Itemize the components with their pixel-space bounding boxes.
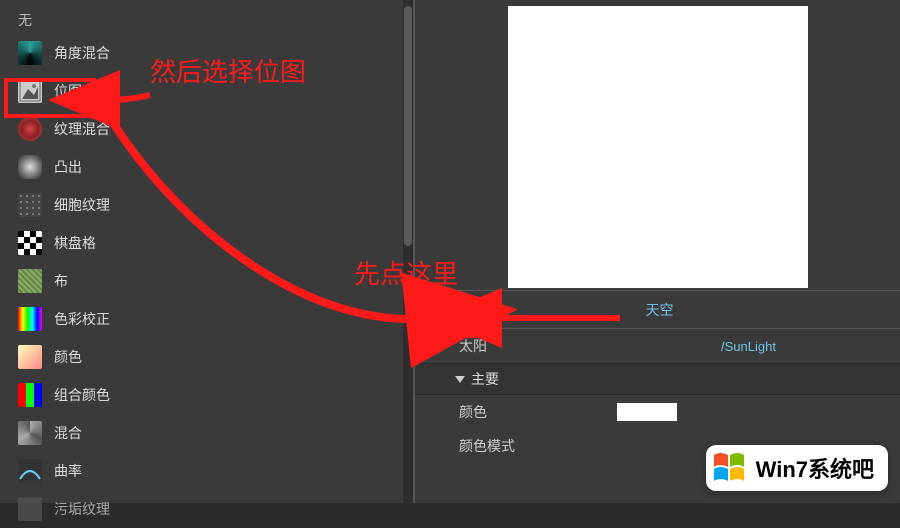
- color-correct-icon: [18, 307, 42, 331]
- item-label: 纹理混合: [54, 119, 110, 139]
- properties-panel: 天空 太阳 /SunLight 主要 颜色 颜色模式: [415, 0, 900, 503]
- main-section-header[interactable]: 主要: [415, 363, 900, 395]
- item-label: 凸出: [54, 157, 82, 177]
- material-item-bitmap[interactable]: 位图: [0, 72, 413, 110]
- material-type-panel: 无 角度混合 位图 纹理混合 凸出 细胞纹理: [0, 0, 415, 503]
- cell-icon: [18, 193, 42, 217]
- menu-button[interactable]: [421, 293, 459, 327]
- dirt-icon: [18, 497, 42, 521]
- curvature-icon: [18, 459, 42, 483]
- material-item-color-correct[interactable]: 色彩校正: [0, 300, 413, 338]
- color-mode-label: 颜色模式: [459, 436, 609, 456]
- item-label: 颜色: [54, 347, 82, 367]
- material-item-cloth[interactable]: 布: [0, 262, 413, 300]
- preview-canvas: [508, 6, 808, 288]
- color-label: 颜色: [459, 402, 609, 422]
- material-none[interactable]: 无: [0, 6, 413, 34]
- sun-label: 太阳: [459, 336, 609, 356]
- scrollbar[interactable]: [403, 0, 413, 503]
- sky-title: 天空: [459, 300, 900, 320]
- item-label: 布: [54, 271, 68, 291]
- sun-value: /SunLight: [617, 339, 880, 354]
- material-item-curvature[interactable]: 曲率: [0, 452, 413, 490]
- texture-blend-icon: [18, 117, 42, 141]
- bulge-icon: [18, 155, 42, 179]
- bitmap-icon: [18, 79, 42, 103]
- color-icon: [18, 345, 42, 369]
- chevron-down-icon: [455, 376, 465, 383]
- material-item-combine-color[interactable]: 组合颜色: [0, 376, 413, 414]
- material-item-bulge[interactable]: 凸出: [0, 148, 413, 186]
- item-label: 污垢纹理: [54, 499, 110, 519]
- watermark: Win7系统吧: [706, 445, 888, 491]
- color-swatch[interactable]: [617, 403, 677, 421]
- material-item-texture-blend[interactable]: 纹理混合: [0, 110, 413, 148]
- section-label: 主要: [471, 369, 499, 389]
- material-item-mix[interactable]: 混合: [0, 414, 413, 452]
- scroll-thumb[interactable]: [404, 6, 412, 246]
- material-item-dirt[interactable]: 污垢纹理: [0, 490, 413, 528]
- item-label: 细胞纹理: [54, 195, 110, 215]
- material-item-cell[interactable]: 细胞纹理: [0, 186, 413, 224]
- checker-icon: [18, 231, 42, 255]
- props-header: 天空: [415, 291, 900, 329]
- material-item-angle-blend[interactable]: 角度混合: [0, 34, 413, 72]
- watermark-text: Win7系统吧: [756, 452, 874, 484]
- hamburger-icon: [430, 303, 450, 317]
- item-label: 位图: [54, 81, 82, 101]
- windows-logo-icon: [710, 449, 748, 487]
- color-row[interactable]: 颜色: [415, 395, 900, 429]
- item-label: 色彩校正: [54, 309, 110, 329]
- item-label: 曲率: [54, 461, 82, 481]
- item-label: 混合: [54, 423, 82, 443]
- sun-row[interactable]: 太阳 /SunLight: [415, 329, 900, 363]
- angle-blend-icon: [18, 41, 42, 65]
- mix-icon: [18, 421, 42, 445]
- material-item-checker[interactable]: 棋盘格: [0, 224, 413, 262]
- item-label: 棋盘格: [54, 233, 96, 253]
- item-label: 角度混合: [54, 43, 110, 63]
- item-label: 组合颜色: [54, 385, 110, 405]
- combine-color-icon: [18, 383, 42, 407]
- cloth-icon: [18, 269, 42, 293]
- preview-area: [415, 0, 900, 290]
- material-item-color[interactable]: 颜色: [0, 338, 413, 376]
